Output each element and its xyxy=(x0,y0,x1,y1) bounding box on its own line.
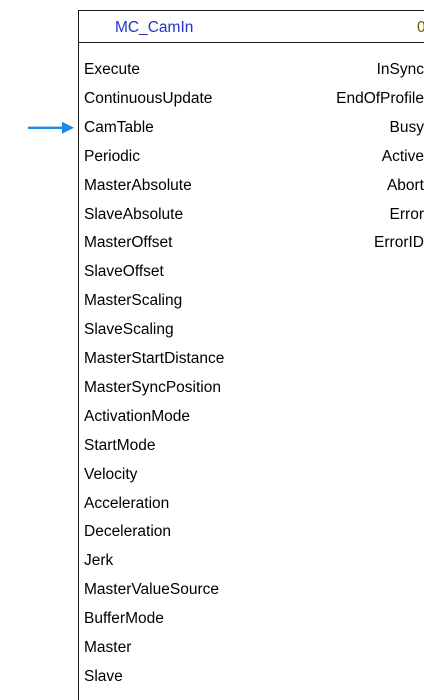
arrow-icon xyxy=(28,121,74,134)
function-block-diagram: MC_CamIn 0 Execute ContinuousUpdate CamTab… xyxy=(0,0,424,700)
